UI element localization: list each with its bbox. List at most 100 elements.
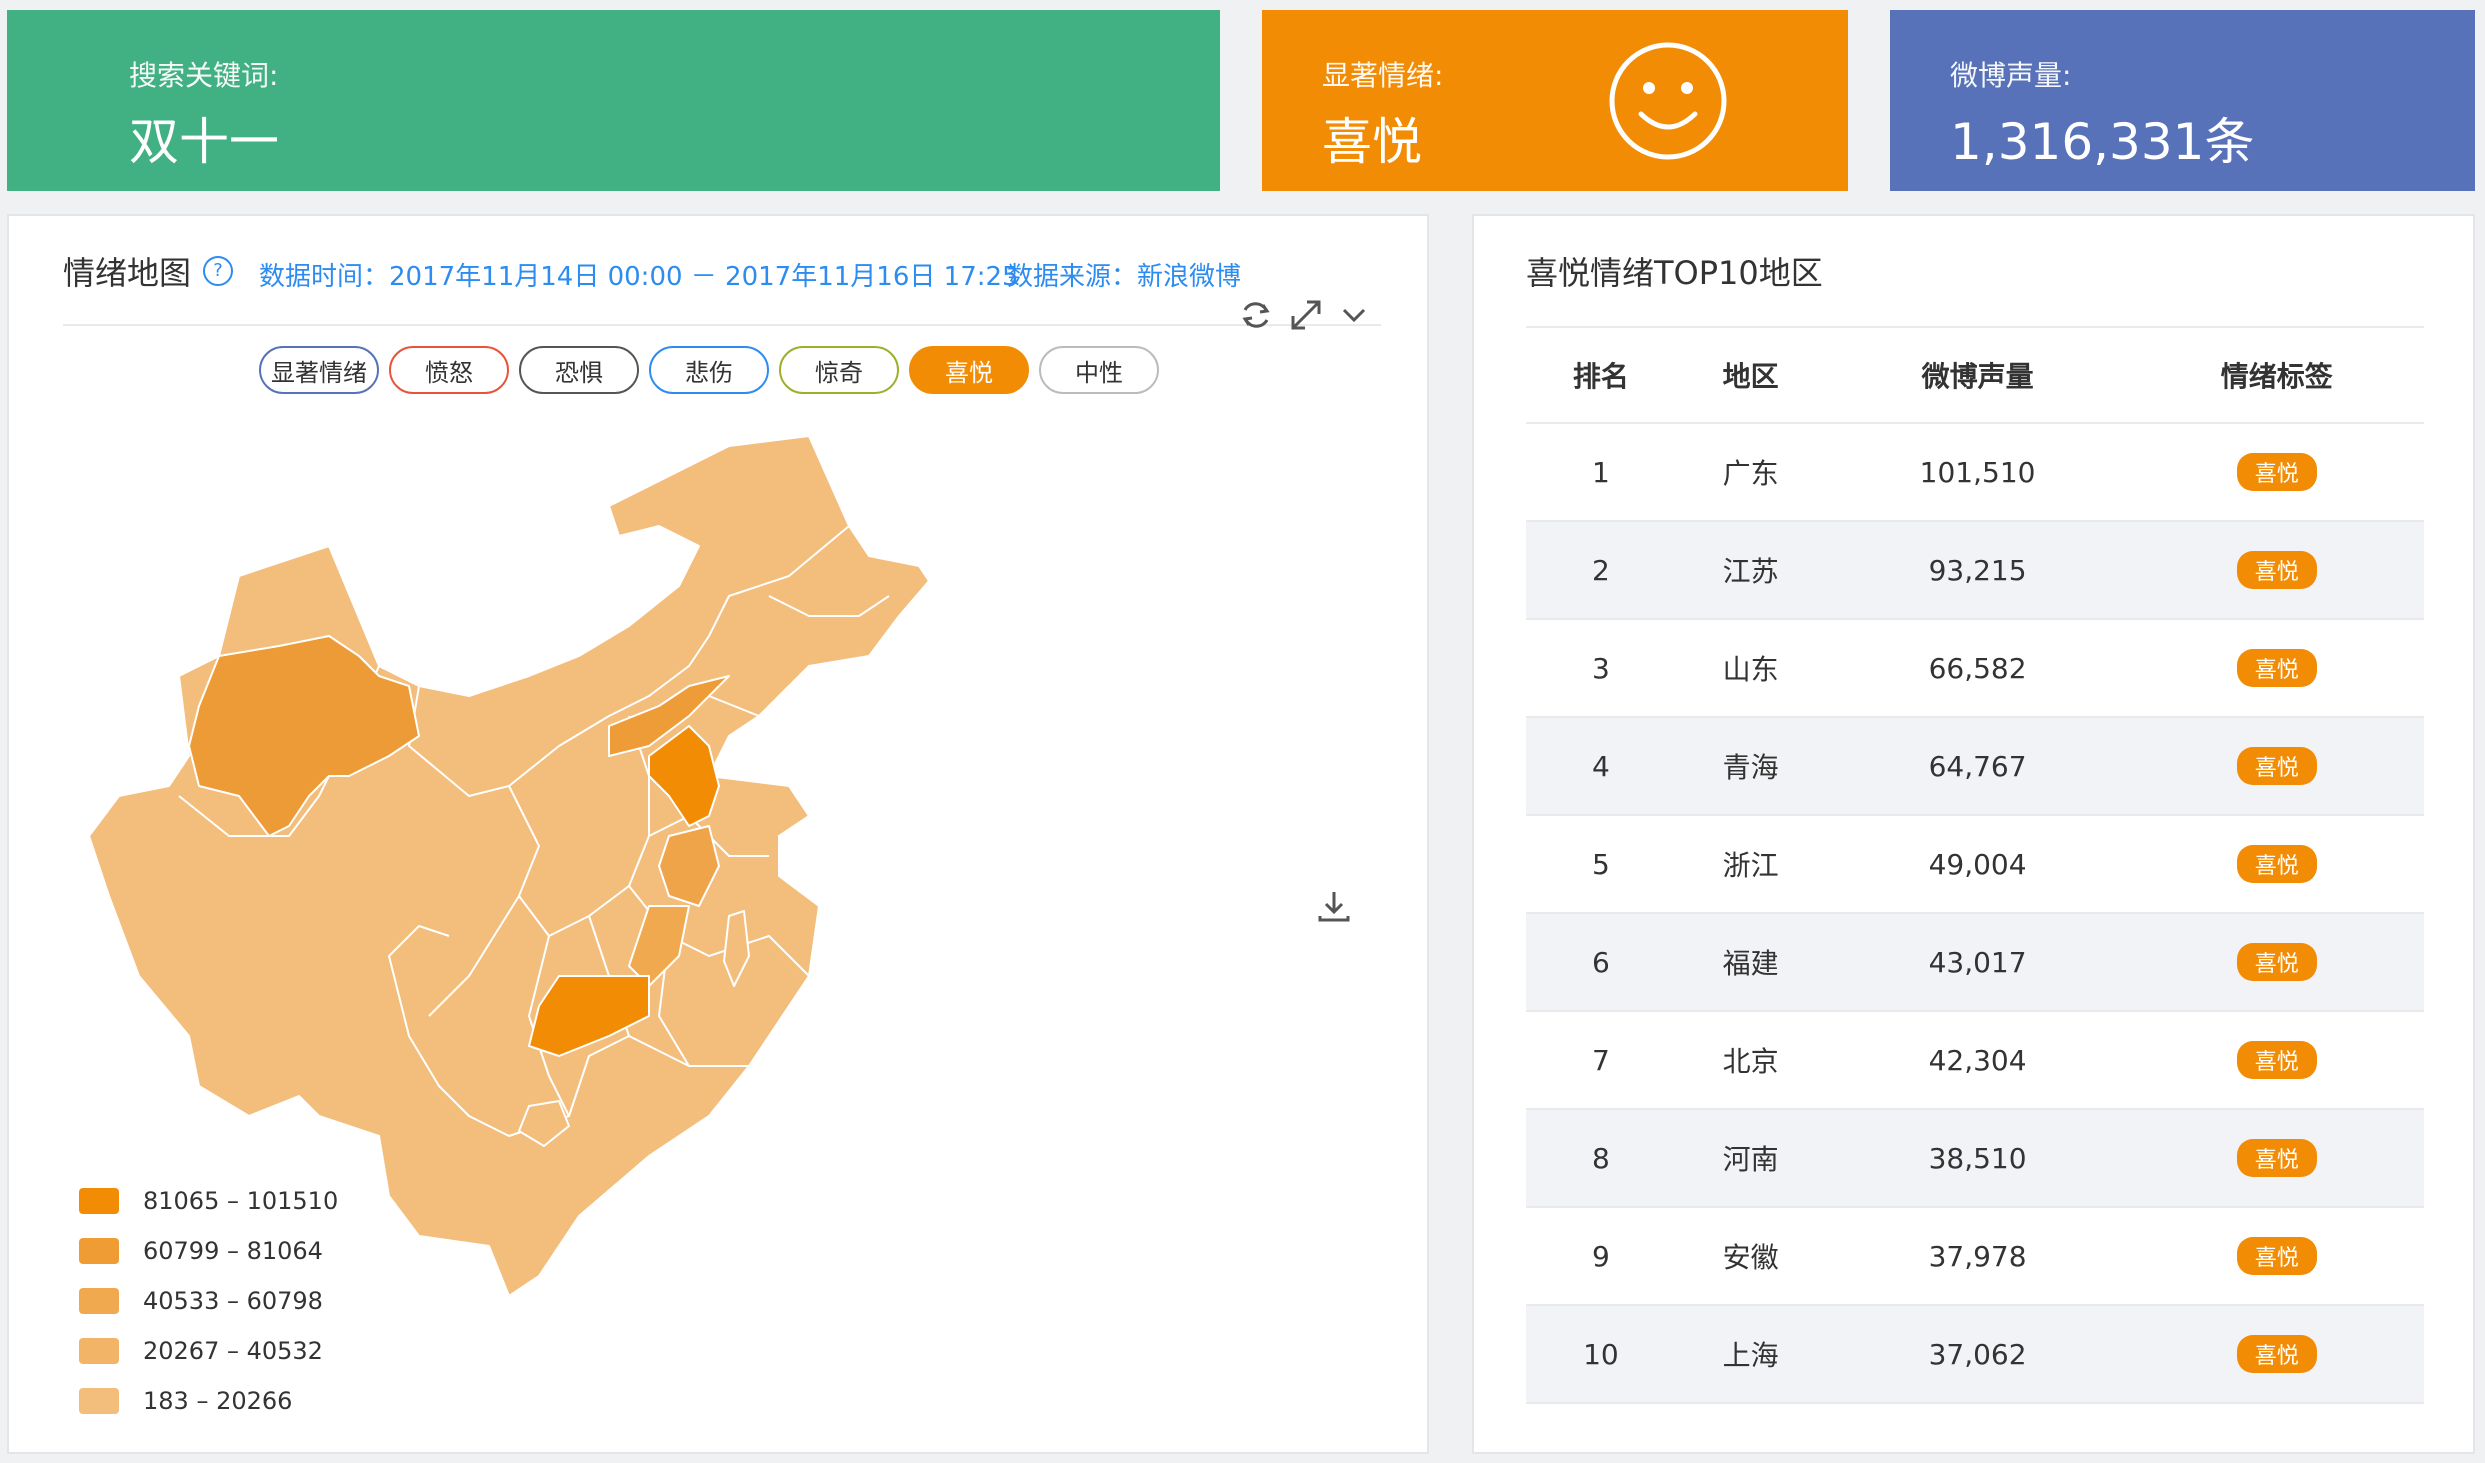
volume-cell: 37,062 bbox=[1825, 1305, 2130, 1404]
legend-swatch bbox=[79, 1388, 119, 1414]
chip-anger[interactable]: 愤怒 bbox=[389, 346, 509, 394]
refresh-icon[interactable] bbox=[1237, 296, 1275, 334]
map-panel-title: 情绪地图 bbox=[63, 254, 192, 292]
legend-item: 81065 – 101510 bbox=[79, 1176, 338, 1226]
legend-swatch bbox=[79, 1238, 119, 1264]
table-row: 9 安徽 37,978 喜悦 bbox=[1526, 1207, 2424, 1306]
divider bbox=[63, 324, 1381, 326]
col-tag: 情绪标签 bbox=[2129, 326, 2424, 424]
emotion-badge: 喜悦 bbox=[2236, 1237, 2317, 1275]
table-row: 5 浙江 49,004 喜悦 bbox=[1526, 815, 2424, 914]
rank-cell: 1 bbox=[1526, 423, 1676, 522]
col-region: 地区 bbox=[1675, 326, 1826, 424]
keyword-value: 双十一 bbox=[129, 113, 279, 171]
legend-label: 60799 – 81064 bbox=[143, 1237, 323, 1265]
region-cell: 山东 bbox=[1675, 619, 1826, 718]
rank-cell: 4 bbox=[1526, 717, 1676, 816]
legend-label: 81065 – 101510 bbox=[143, 1187, 339, 1215]
table-header: 排名 地区 微博声量 情绪标签 bbox=[1526, 326, 2424, 424]
top10-table: 排名 地区 微博声量 情绪标签 1 广东 101,510 喜悦 2 江苏 93,215 喜悦… bbox=[1526, 326, 2424, 1404]
rank-cell: 2 bbox=[1526, 521, 1676, 620]
fullscreen-icon[interactable] bbox=[1287, 296, 1325, 334]
rank-cell: 5 bbox=[1526, 815, 1676, 914]
volume-cell: 42,304 bbox=[1825, 1011, 2130, 1110]
legend-swatch bbox=[79, 1188, 119, 1214]
tag-cell: 喜悦 bbox=[2129, 717, 2424, 816]
tag-cell: 喜悦 bbox=[2129, 1109, 2424, 1208]
emotion-card: 显著情绪: 喜悦 bbox=[1262, 10, 1848, 191]
tag-cell: 喜悦 bbox=[2129, 521, 2424, 620]
table-row: 7 北京 42,304 喜悦 bbox=[1526, 1011, 2424, 1110]
legend-label: 183 – 20266 bbox=[143, 1387, 293, 1415]
region-cell: 河南 bbox=[1675, 1109, 1826, 1208]
region-cell: 浙江 bbox=[1675, 815, 1826, 914]
tag-cell: 喜悦 bbox=[2129, 1207, 2424, 1306]
region-cell: 青海 bbox=[1675, 717, 1826, 816]
help-icon[interactable]: ? bbox=[203, 256, 233, 286]
south-china-sea-inset bbox=[1168, 910, 1230, 1037]
legend-item: 40533 – 60798 bbox=[79, 1276, 338, 1326]
download-icon[interactable] bbox=[1314, 886, 1354, 926]
emotion-badge: 喜悦 bbox=[2236, 1335, 2317, 1373]
volume-cell: 38,510 bbox=[1825, 1109, 2130, 1208]
chevron-down-icon[interactable] bbox=[1337, 300, 1371, 330]
chip-sadness[interactable]: 悲伤 bbox=[649, 346, 769, 394]
region-cell: 江苏 bbox=[1675, 521, 1826, 620]
emotion-value: 喜悦 bbox=[1322, 113, 1422, 171]
rank-cell: 3 bbox=[1526, 619, 1676, 718]
region-cell: 福建 bbox=[1675, 913, 1826, 1012]
table-row: 2 江苏 93,215 喜悦 bbox=[1526, 521, 2424, 620]
volume-label: 微博声量: bbox=[1950, 59, 2072, 92]
table-row: 3 山东 66,582 喜悦 bbox=[1526, 619, 2424, 718]
chip-joy[interactable]: 喜悦 bbox=[909, 346, 1029, 394]
rank-cell: 7 bbox=[1526, 1011, 1676, 1110]
tag-cell: 喜悦 bbox=[2129, 1011, 2424, 1110]
emotion-badge: 喜悦 bbox=[2236, 551, 2317, 589]
volume-cell: 49,004 bbox=[1825, 815, 2130, 914]
chip-surprise[interactable]: 惊奇 bbox=[779, 346, 899, 394]
region-cell: 北京 bbox=[1675, 1011, 1826, 1110]
tag-cell: 喜悦 bbox=[2129, 913, 2424, 1012]
tag-cell: 喜悦 bbox=[2129, 1305, 2424, 1404]
table-row: 1 广东 101,510 喜悦 bbox=[1526, 423, 2424, 522]
tag-cell: 喜悦 bbox=[2129, 423, 2424, 522]
emotion-badge: 喜悦 bbox=[2236, 453, 2317, 491]
legend-swatch bbox=[79, 1338, 119, 1364]
volume-cell: 101,510 bbox=[1825, 423, 2130, 522]
legend-label: 40533 – 60798 bbox=[143, 1287, 323, 1315]
table-row: 6 福建 43,017 喜悦 bbox=[1526, 913, 2424, 1012]
volume-card: 微博声量: 1,316,331条 bbox=[1890, 10, 2475, 191]
smiley-icon bbox=[1609, 42, 1727, 160]
table-row: 4 青海 64,767 喜悦 bbox=[1526, 717, 2424, 816]
col-volume: 微博声量 bbox=[1825, 326, 2130, 424]
legend-item: 60799 – 81064 bbox=[79, 1226, 338, 1276]
legend-item: 20267 – 40532 bbox=[79, 1326, 338, 1376]
chip-notable-emotion[interactable]: 显著情绪 bbox=[259, 346, 379, 394]
chip-fear[interactable]: 恐惧 bbox=[519, 346, 639, 394]
tag-cell: 喜悦 bbox=[2129, 619, 2424, 718]
keyword-card: 搜索关键词: 双十一 bbox=[7, 10, 1220, 191]
rank-cell: 10 bbox=[1526, 1305, 1676, 1404]
volume-cell: 37,978 bbox=[1825, 1207, 2130, 1306]
volume-cell: 43,017 bbox=[1825, 913, 2130, 1012]
data-source: 数据来源：新浪微博 bbox=[1007, 262, 1242, 292]
emotion-badge: 喜悦 bbox=[2236, 1139, 2317, 1177]
region-cell: 广东 bbox=[1675, 423, 1826, 522]
volume-cell: 66,582 bbox=[1825, 619, 2130, 718]
chip-neutral[interactable]: 中性 bbox=[1039, 346, 1159, 394]
tag-cell: 喜悦 bbox=[2129, 815, 2424, 914]
emotion-filter: 显著情绪 愤怒 恐惧 悲伤 惊奇 喜悦 中性 bbox=[259, 346, 1159, 394]
map-legend: 81065 – 101510 60799 – 81064 40533 – 607… bbox=[79, 1176, 338, 1426]
emotion-badge: 喜悦 bbox=[2236, 1041, 2317, 1079]
volume-cell: 64,767 bbox=[1825, 717, 2130, 816]
table-row: 10 上海 37,062 喜悦 bbox=[1526, 1305, 2424, 1404]
emotion-badge: 喜悦 bbox=[2236, 845, 2317, 883]
top10-panel: 喜悦情绪TOP10地区 排名 地区 微博声量 情绪标签 1 广东 101,510 喜悦… bbox=[1472, 214, 2475, 1454]
data-time: 数据时间：2017年11月14日 00:00 － 2017年11月16日 17:… bbox=[259, 262, 1019, 292]
region-cell: 安徽 bbox=[1675, 1207, 1826, 1306]
table-row: 8 河南 38,510 喜悦 bbox=[1526, 1109, 2424, 1208]
volume-value: 1,316,331条 bbox=[1950, 113, 2255, 171]
col-rank: 排名 bbox=[1526, 326, 1676, 424]
legend-swatch bbox=[79, 1288, 119, 1314]
legend-item: 183 – 20266 bbox=[79, 1376, 338, 1426]
